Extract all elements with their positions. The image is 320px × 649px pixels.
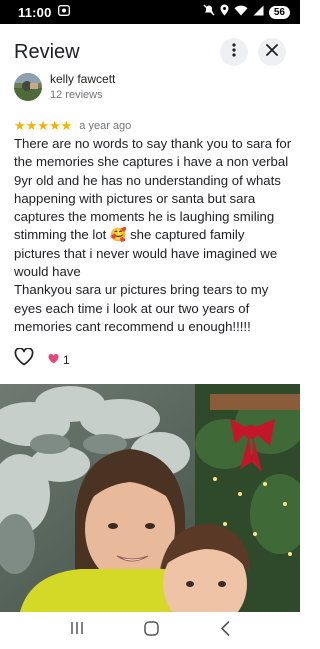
review-text: There are no words to say thank you to s…	[14, 135, 292, 336]
review-date: a year ago	[79, 120, 132, 132]
review-line: eyes each time i look at our two years o…	[14, 300, 250, 316]
review-line: the memories she captures i have a non v…	[14, 154, 289, 170]
review-line: Thankyou sara ur pictures bring tears to…	[14, 282, 269, 298]
recent-apps-icon	[70, 622, 84, 639]
status-right: 56	[203, 3, 290, 21]
review-actions: 1	[14, 347, 70, 371]
signal-icon	[253, 3, 264, 21]
reaction-count[interactable]: 1	[48, 353, 70, 367]
star-rating: ★★★★★	[14, 118, 73, 133]
heart-reaction-icon	[48, 353, 59, 367]
review-line: pictures that i never would have imagine…	[14, 245, 278, 261]
review-line: stimming the lot 🥰 she captured family	[14, 227, 245, 243]
page-title: Review	[14, 40, 80, 63]
status-time: 11:00	[18, 4, 52, 20]
like-button[interactable]	[14, 347, 34, 371]
battery-indicator: 56	[268, 5, 290, 19]
more-options-button[interactable]	[220, 38, 248, 66]
reviewer-info: kelly fawcett 12 reviews	[50, 72, 115, 101]
avatar[interactable]	[14, 72, 42, 101]
review-line: There are no words to say thank you to s…	[14, 136, 292, 151]
review-photo[interactable]	[0, 384, 300, 612]
reviewer-name[interactable]: kelly fawcett	[50, 72, 115, 86]
review-line: would have	[14, 264, 81, 280]
reviewer-review-count: 12 reviews	[50, 89, 103, 101]
status-left: 11:00	[18, 3, 70, 21]
like-count: 1	[63, 352, 70, 367]
heart-outline-icon	[14, 347, 34, 370]
system-nav-bar	[0, 612, 300, 649]
location-icon	[220, 3, 229, 21]
mute-icon	[203, 3, 215, 21]
rating-row: ★★★★★ a year ago	[14, 118, 131, 134]
back-button[interactable]	[220, 620, 230, 641]
close-button[interactable]	[258, 38, 286, 66]
recent-apps-button[interactable]	[70, 621, 84, 640]
review-line: captures the moments he is laughing smil…	[14, 209, 275, 225]
home-button[interactable]	[144, 620, 160, 641]
review-line: memories cant recommend u enough!!!!!	[14, 318, 251, 334]
status-bar: 11:00 56	[0, 0, 300, 24]
reviewer[interactable]: kelly fawcett 12 reviews	[14, 72, 115, 101]
close-icon	[266, 43, 278, 61]
review-line: 9yr old and he has no understanding of w…	[14, 172, 281, 188]
more-vert-icon	[232, 42, 236, 62]
screenshot-icon	[57, 3, 70, 21]
home-icon	[144, 620, 160, 640]
back-icon	[220, 620, 230, 640]
review-line: happening with pictures or santa but sar…	[14, 190, 256, 206]
wifi-icon	[234, 3, 248, 21]
